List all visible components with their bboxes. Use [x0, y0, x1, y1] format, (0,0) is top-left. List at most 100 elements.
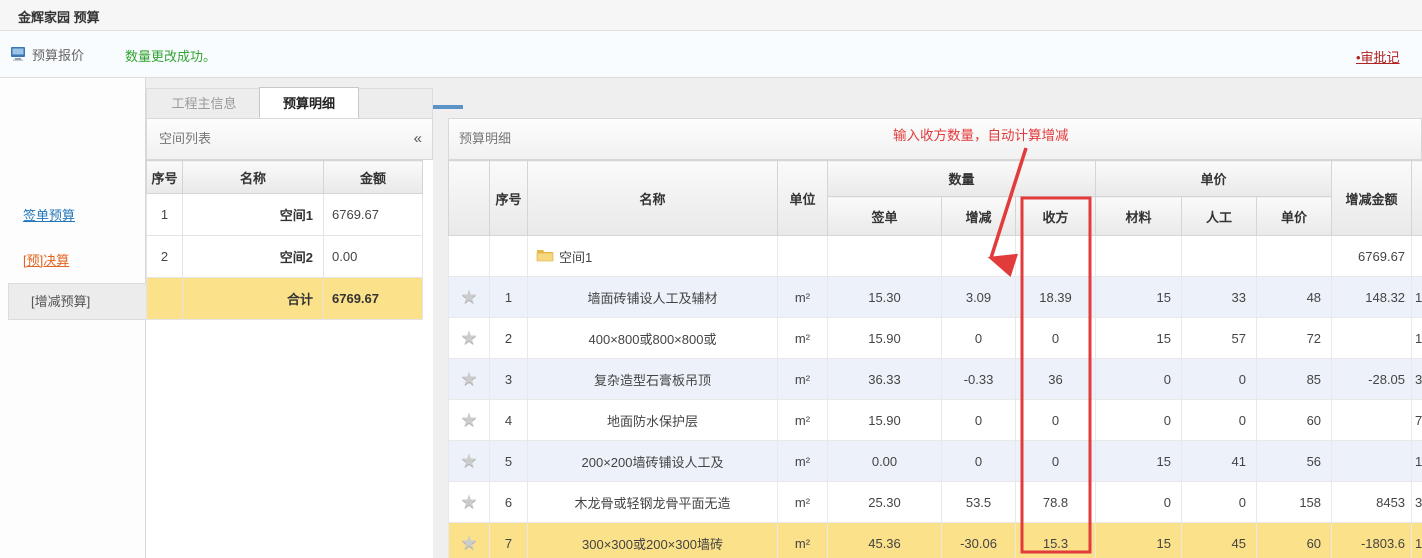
row-change-amount: -1803.6 — [1332, 523, 1412, 558]
col-header-received-qty[interactable]: 收方 — [1016, 197, 1096, 236]
row-received-qty-input[interactable]: 36 — [1016, 359, 1096, 400]
row-labor-price: 0 — [1182, 482, 1257, 523]
row-edge-fragment: 1 — [1412, 441, 1422, 482]
row-labor-price: 33 — [1182, 277, 1257, 318]
star-icon[interactable]: ★ — [460, 369, 477, 390]
col-header-material[interactable]: 材料 — [1096, 197, 1182, 236]
space-list-panel-header: 空间列表 « — [146, 118, 433, 160]
sidebar: 签单预算 [预]决算 [增减预算] — [0, 78, 146, 558]
row-unit-price: 60 — [1257, 523, 1332, 558]
col-header-price[interactable]: 单价 — [1257, 197, 1332, 236]
row-edge-fragment: 3 — [1412, 359, 1422, 400]
col-header-name[interactable]: 名称 — [528, 161, 778, 236]
row-unit-price: 56 — [1257, 441, 1332, 482]
row-material-price: 15 — [1096, 318, 1182, 359]
row-unit-price: 158 — [1257, 482, 1332, 523]
module-label: 预算报价 — [32, 45, 84, 64]
col-header-seq[interactable]: 序号 — [490, 161, 528, 236]
col-header-edge-partial — [1412, 161, 1422, 236]
row-item-name: 地面防水保护层 — [528, 400, 778, 441]
row-material-price: 15 — [1096, 277, 1182, 318]
row-sign-qty: 15.30 — [828, 277, 942, 318]
detail-table-row[interactable]: ★ 1 墙面砖铺设人工及辅材 m² 15.30 3.09 18.39 15 33… — [449, 277, 1422, 318]
space-table: 序号 名称 金额 1 空间1 6769.67 2 空间2 0.00 合计 676… — [146, 160, 423, 320]
row-labor-price: 45 — [1182, 523, 1257, 558]
detail-table-row[interactable]: ★ 4 地面防水保护层 m² 15.90 0 0 0 0 60 7 — [449, 400, 1422, 441]
row-edge-fragment: 1 — [1412, 277, 1422, 318]
row-received-qty-input[interactable]: 0 — [1016, 441, 1096, 482]
row-received-qty-input[interactable]: 15.3 — [1016, 523, 1096, 558]
detail-table-row[interactable]: ★ 2 400×800或800×800或 m² 15.90 0 0 15 57 … — [449, 318, 1422, 359]
window-titlebar: 金辉家园 预算 — [0, 0, 1422, 31]
row-seq: 6 — [490, 482, 528, 523]
row-material-price: 0 — [1096, 482, 1182, 523]
space-group-row[interactable]: 空间1 6769.67 — [449, 236, 1422, 277]
row-labor-price: 57 — [1182, 318, 1257, 359]
row-unit-price: 48 — [1257, 277, 1332, 318]
detail-table-row[interactable]: ★ 6 木龙骨或轻钢龙骨平面无造 m² 25.30 53.5 78.8 0 0 … — [449, 482, 1422, 523]
row-sign-qty: 25.30 — [828, 482, 942, 523]
row-item-name: 墙面砖铺设人工及辅材 — [528, 277, 778, 318]
space-row-name: 合计 — [183, 278, 324, 320]
col-header-labor[interactable]: 人工 — [1182, 197, 1257, 236]
status-message: 数量更改成功。 — [125, 46, 216, 65]
row-received-qty-input[interactable]: 0 — [1016, 318, 1096, 359]
detail-table-row[interactable]: ★ 5 200×200墙砖铺设人工及 m² 0.00 0 0 15 41 56 … — [449, 441, 1422, 482]
row-received-qty-input[interactable]: 18.39 — [1016, 277, 1096, 318]
row-sign-qty: 45.36 — [828, 523, 942, 558]
star-icon[interactable]: ★ — [460, 328, 477, 349]
tab-budget-detail[interactable]: 预算明细 — [259, 87, 359, 119]
module-label-group: 预算报价 — [10, 45, 84, 64]
collapse-panel-icon[interactable]: « — [414, 119, 422, 159]
col-header-unit[interactable]: 单位 — [778, 161, 828, 236]
sidebar-item-sign-budget[interactable]: 签单预算 — [23, 205, 75, 224]
row-change-qty: 3.09 — [942, 277, 1016, 318]
row-seq: 2 — [490, 318, 528, 359]
col-group-quantity: 数量 — [828, 161, 1096, 197]
row-item-name: 200×200墙砖铺设人工及 — [528, 441, 778, 482]
row-change-qty: 0 — [942, 441, 1016, 482]
col-header-sign-qty[interactable]: 签单 — [828, 197, 942, 236]
row-received-qty-input[interactable]: 0 — [1016, 400, 1096, 441]
star-icon[interactable]: ★ — [460, 451, 477, 472]
monitor-icon — [10, 46, 26, 64]
folder-icon — [536, 248, 554, 265]
approval-record-link[interactable]: •审批记 — [1356, 47, 1400, 66]
star-icon[interactable]: ★ — [460, 287, 477, 308]
row-sign-qty: 15.90 — [828, 400, 942, 441]
row-sign-qty: 0.00 — [828, 441, 942, 482]
star-icon[interactable]: ★ — [460, 410, 477, 431]
row-received-qty-input[interactable]: 78.8 — [1016, 482, 1096, 523]
row-unit: m² — [778, 400, 828, 441]
space-table-total-row[interactable]: 合计 6769.67 — [147, 278, 423, 320]
space-row-no — [147, 278, 183, 320]
row-change-qty: 53.5 — [942, 482, 1016, 523]
col-header-name[interactable]: 名称 — [183, 161, 324, 194]
space-row-no: 1 — [147, 194, 183, 236]
space-row-name: 空间2 — [183, 236, 324, 278]
row-material-price: 0 — [1096, 400, 1182, 441]
space-table-row[interactable]: 2 空间2 0.00 — [147, 236, 423, 278]
row-unit: m² — [778, 441, 828, 482]
col-header-change-amount[interactable]: 增减金额 — [1332, 161, 1412, 236]
star-icon[interactable]: ★ — [460, 533, 477, 554]
star-icon[interactable]: ★ — [460, 492, 477, 513]
row-sign-qty: 15.90 — [828, 318, 942, 359]
col-header-no[interactable]: 序号 — [147, 161, 183, 194]
detail-table-row[interactable]: ★ 7 300×300或200×300墙砖 m² 45.36 -30.06 15… — [449, 523, 1422, 558]
toolbar: 预算报价 数量更改成功。 •审批记 — [0, 31, 1422, 78]
sidebar-item-change-budget[interactable]: [增减预算] — [8, 283, 146, 320]
annotation-text: 输入收方数量，自动计算增减 — [893, 124, 1069, 144]
sidebar-item-pre-settlement[interactable]: [预]决算 — [23, 250, 69, 269]
group-seq-cell — [490, 236, 528, 277]
row-material-price: 15 — [1096, 523, 1182, 558]
page-title: 金辉家园 预算 — [18, 7, 100, 26]
tab-project-owner-info[interactable]: 工程主信息 — [149, 89, 259, 119]
space-table-row[interactable]: 1 空间1 6769.67 — [147, 194, 423, 236]
col-header-amount[interactable]: 金额 — [324, 161, 423, 194]
group-name-cell: 空间1 — [528, 236, 778, 277]
col-header-change-qty[interactable]: 增减 — [942, 197, 1016, 236]
space-row-amount: 6769.67 — [324, 194, 423, 236]
detail-table-row[interactable]: ★ 3 复杂造型石膏板吊顶 m² 36.33 -0.33 36 0 0 85 -… — [449, 359, 1422, 400]
space-list-title: 空间列表 — [159, 131, 211, 146]
